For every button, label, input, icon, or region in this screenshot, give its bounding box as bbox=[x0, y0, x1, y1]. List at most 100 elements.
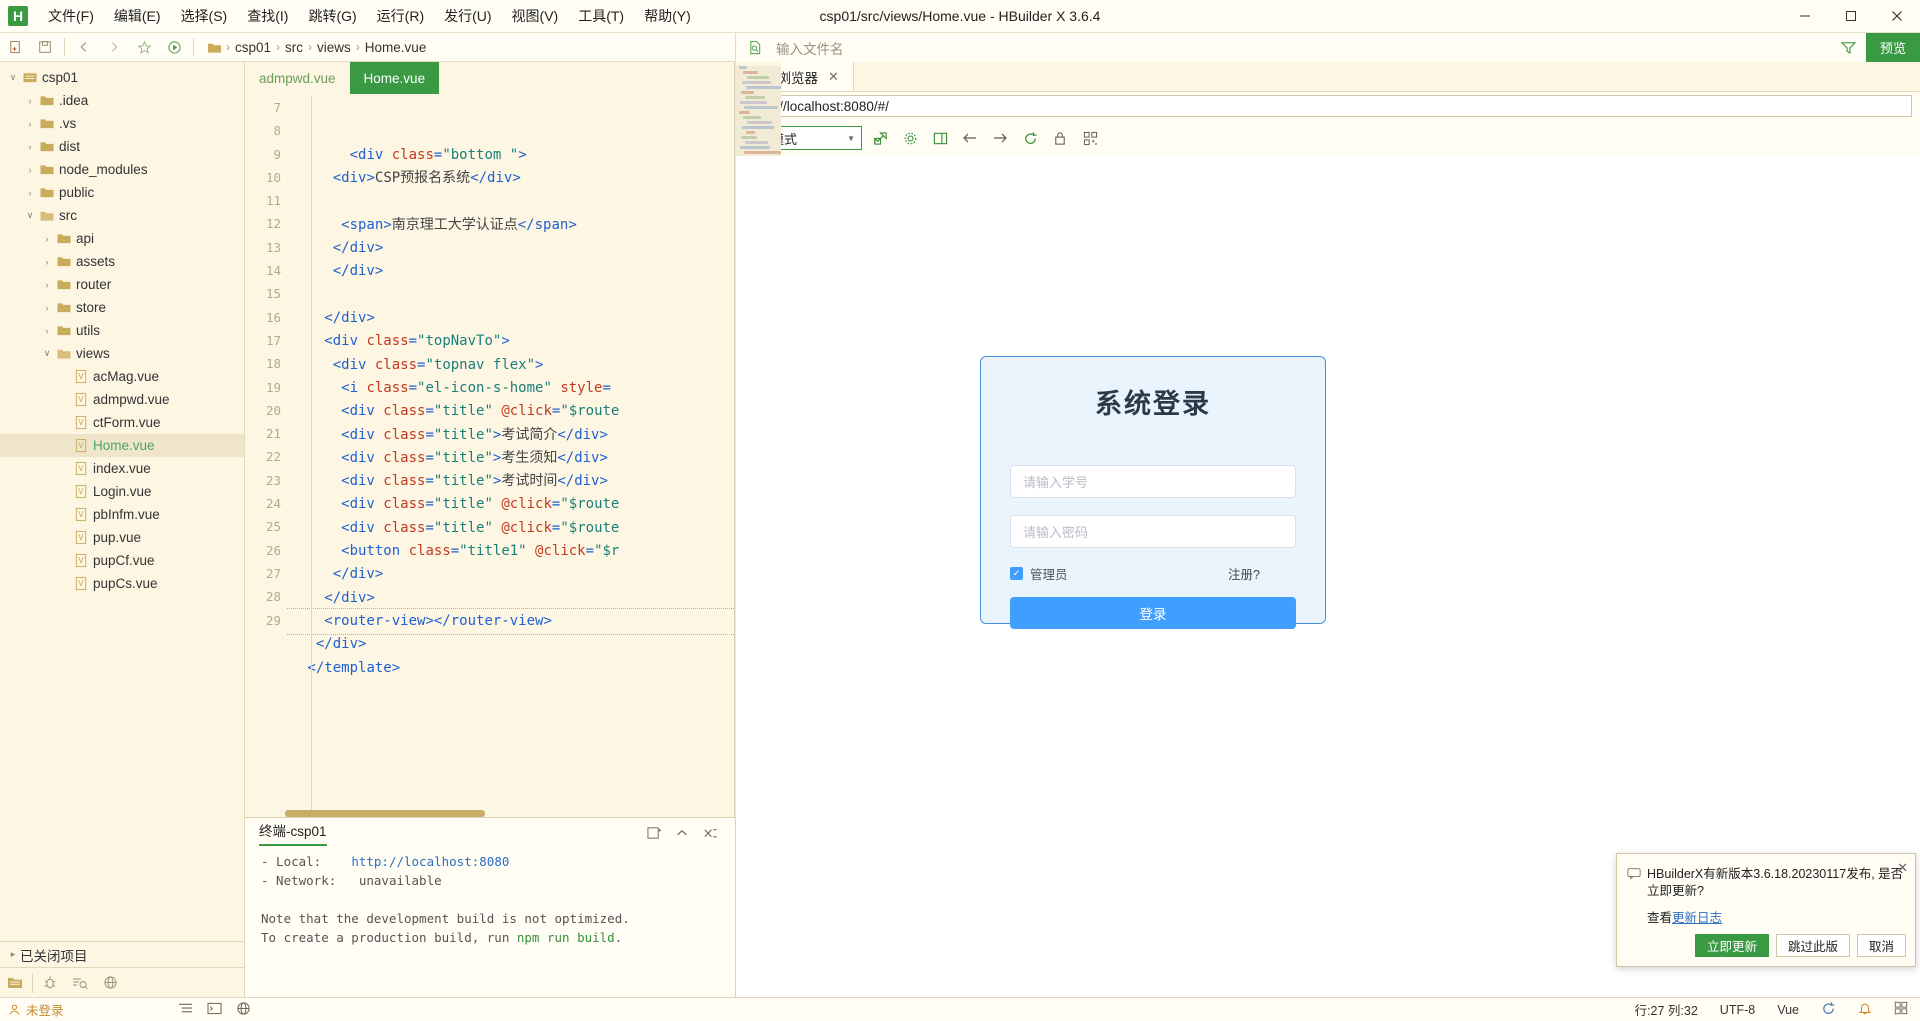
forward-icon[interactable] bbox=[99, 34, 129, 60]
tree-item-public[interactable]: › public bbox=[0, 181, 244, 204]
tree-item-csp01[interactable]: ∨ csp01 bbox=[0, 66, 244, 89]
code-line[interactable]: </div> bbox=[287, 563, 734, 586]
favorite-star-icon[interactable] bbox=[129, 34, 159, 60]
chevron-right-icon[interactable]: › bbox=[40, 234, 54, 244]
chevron-right-icon[interactable]: › bbox=[40, 303, 54, 313]
tree-item-api[interactable]: › api bbox=[0, 227, 244, 250]
minimize-button[interactable] bbox=[1782, 0, 1828, 32]
tree-item-ctform-vue[interactable]: VctForm.vue bbox=[0, 411, 244, 434]
admin-checkbox[interactable]: ✓ bbox=[1010, 567, 1023, 580]
code-line[interactable]: <div class="title" @click="$route bbox=[287, 517, 734, 540]
chevron-right-icon[interactable]: › bbox=[23, 119, 37, 129]
browser-back-icon[interactable] bbox=[958, 126, 982, 150]
chevron-down-icon[interactable]: ∨ bbox=[6, 72, 20, 83]
menu-item-tools[interactable]: 工具(T) bbox=[568, 0, 634, 32]
tree-item-views[interactable]: ∨ views bbox=[0, 342, 244, 365]
tree-item-home-vue[interactable]: V Home.vue bbox=[0, 434, 244, 457]
collapse-terminal-icon[interactable] bbox=[671, 822, 693, 844]
file-search-icon[interactable] bbox=[742, 35, 768, 61]
menu-item-edit[interactable]: 编辑(E) bbox=[104, 0, 171, 32]
username-input[interactable]: 请输入学号 bbox=[1010, 465, 1296, 498]
tree-item-login-vue[interactable]: V Login.vue bbox=[0, 480, 244, 503]
settings-gear-icon[interactable] bbox=[898, 126, 922, 150]
tree-item-router[interactable]: › router bbox=[0, 273, 244, 296]
tree-item-assets[interactable]: › assets bbox=[0, 250, 244, 273]
menu-item-select[interactable]: 选择(S) bbox=[171, 0, 238, 32]
code-line[interactable]: <i class="el-icon-s-home" style= bbox=[287, 377, 734, 400]
editor-tab-admpwd-vue[interactable]: admpwd.vue bbox=[245, 62, 350, 94]
code-line[interactable]: </div> bbox=[287, 307, 734, 330]
changelog-link[interactable]: 更新日志 bbox=[1672, 911, 1722, 925]
project-tree[interactable]: ∨ csp01 › .idea › .vs › dist › node_modules › publi… bbox=[0, 62, 244, 941]
browser-preview-icon[interactable] bbox=[236, 1001, 251, 1019]
back-icon[interactable] bbox=[69, 34, 99, 60]
editor-tab-home-vue[interactable]: Home.vue bbox=[349, 62, 440, 94]
devtools-icon[interactable] bbox=[928, 126, 952, 150]
tree-item-admpwd-vue[interactable]: Vadmpwd.vue bbox=[0, 388, 244, 411]
menu-item-file[interactable]: 文件(F) bbox=[38, 0, 104, 32]
code-line[interactable]: <button class="title1" @click="$r bbox=[287, 540, 734, 563]
preview-button[interactable]: 预览 bbox=[1865, 33, 1920, 62]
filter-icon[interactable] bbox=[1832, 41, 1866, 54]
chevron-down-icon[interactable]: ∨ bbox=[40, 348, 54, 359]
new-file-icon[interactable] bbox=[0, 34, 30, 60]
terminal-local-url[interactable]: http://localhost:8080 bbox=[351, 854, 509, 869]
code-line[interactable] bbox=[287, 191, 734, 214]
cancel-button[interactable]: 取消 bbox=[1856, 934, 1906, 957]
code-line[interactable]: </div> bbox=[287, 633, 734, 656]
close-terminal-icon[interactable] bbox=[699, 822, 721, 844]
code-view[interactable]: 7 8 9 10 11 12 13 14 15 16 17 18 19 20 21 22 23 24 25 26 27 2… bbox=[245, 94, 734, 817]
layout-grid-icon[interactable] bbox=[1894, 1001, 1908, 1018]
code-line[interactable]: <div class="topnav flex"> bbox=[287, 354, 734, 377]
save-icon[interactable] bbox=[30, 34, 60, 60]
code-line[interactable]: <div class="bottom "> bbox=[287, 144, 734, 167]
chevron-right-icon[interactable]: › bbox=[23, 96, 37, 106]
update-now-button[interactable]: 立即更新 bbox=[1694, 934, 1769, 957]
tree-item-pupcf-vue[interactable]: VpupCf.vue bbox=[0, 549, 244, 572]
code-line[interactable]: <div class="title">考试时间</div> bbox=[287, 470, 734, 493]
tree-item-pupcs-vue[interactable]: VpupCs.vue bbox=[0, 572, 244, 595]
menu-item-help[interactable]: 帮助(Y) bbox=[634, 0, 701, 32]
file-encoding[interactable]: UTF-8 bbox=[1720, 1003, 1755, 1017]
tree-item-src[interactable]: ∨ src bbox=[0, 204, 244, 227]
project-manager-icon[interactable] bbox=[0, 969, 30, 997]
tree-item-dist[interactable]: › dist bbox=[0, 135, 244, 158]
code-line[interactable]: <div>CSP预报名系统</div> bbox=[287, 167, 734, 190]
debug-bug-icon[interactable] bbox=[35, 969, 65, 997]
tree-item-pbinfm-vue[interactable]: VpbInfm.vue bbox=[0, 503, 244, 526]
chevron-down-icon[interactable]: ∨ bbox=[23, 210, 37, 221]
horizontal-scrollbar[interactable] bbox=[285, 810, 485, 817]
terminal-tab-label[interactable]: 终端-csp01 bbox=[259, 820, 327, 846]
skip-version-button[interactable]: 跳过此版 bbox=[1775, 934, 1850, 957]
tree-item-node_modules[interactable]: › node_modules bbox=[0, 158, 244, 181]
tree-item-acmag-vue[interactable]: VacMag.vue bbox=[0, 365, 244, 388]
notification-bell-icon[interactable] bbox=[1858, 1001, 1872, 1019]
chevron-right-icon[interactable]: › bbox=[23, 165, 37, 175]
code-line[interactable]: <div class="topNavTo"> bbox=[287, 330, 734, 353]
browser-viewport[interactable]: 系统登录 请输入学号 请输入密码 ✓ 管理员 注册? 登录 ✕ HBuilder… bbox=[736, 156, 1920, 997]
cursor-position[interactable]: 行:27 列:32 bbox=[1635, 1000, 1698, 1019]
filename-search-input[interactable]: 输入文件名 bbox=[768, 38, 1832, 58]
menu-item-find[interactable]: 查找(I) bbox=[237, 0, 298, 32]
outline-search-icon[interactable] bbox=[65, 969, 95, 997]
code-line[interactable]: <router-view></router-view> bbox=[287, 607, 734, 636]
chevron-right-icon[interactable]: › bbox=[23, 142, 37, 152]
qrcode-icon[interactable] bbox=[1078, 126, 1102, 150]
menu-item-view[interactable]: 视图(V) bbox=[502, 0, 569, 32]
code-line[interactable] bbox=[287, 284, 734, 307]
outline-list-icon[interactable] bbox=[178, 1002, 193, 1018]
browser-reload-icon[interactable] bbox=[1018, 126, 1042, 150]
code-line[interactable]: <span>南京理工大学认证点</span> bbox=[287, 214, 734, 237]
tree-item--vs[interactable]: › .vs bbox=[0, 112, 244, 135]
code-line[interactable]: <div class="title">考试简介</div> bbox=[287, 424, 734, 447]
code-content[interactable]: <div class="bottom "> <div>CSP预报名系统</div… bbox=[287, 94, 734, 817]
tree-item--idea[interactable]: › .idea bbox=[0, 89, 244, 112]
run-icon[interactable] bbox=[159, 34, 189, 60]
globe-icon[interactable] bbox=[95, 969, 125, 997]
lock-icon[interactable] bbox=[1048, 126, 1072, 150]
menu-item-publish[interactable]: 发行(U) bbox=[434, 0, 501, 32]
account-status[interactable]: 未登录 bbox=[8, 1000, 64, 1019]
crumb-file[interactable]: Home.vue bbox=[362, 40, 430, 55]
code-line[interactable]: </div> bbox=[287, 237, 734, 260]
menu-item-run[interactable]: 运行(R) bbox=[367, 0, 434, 32]
